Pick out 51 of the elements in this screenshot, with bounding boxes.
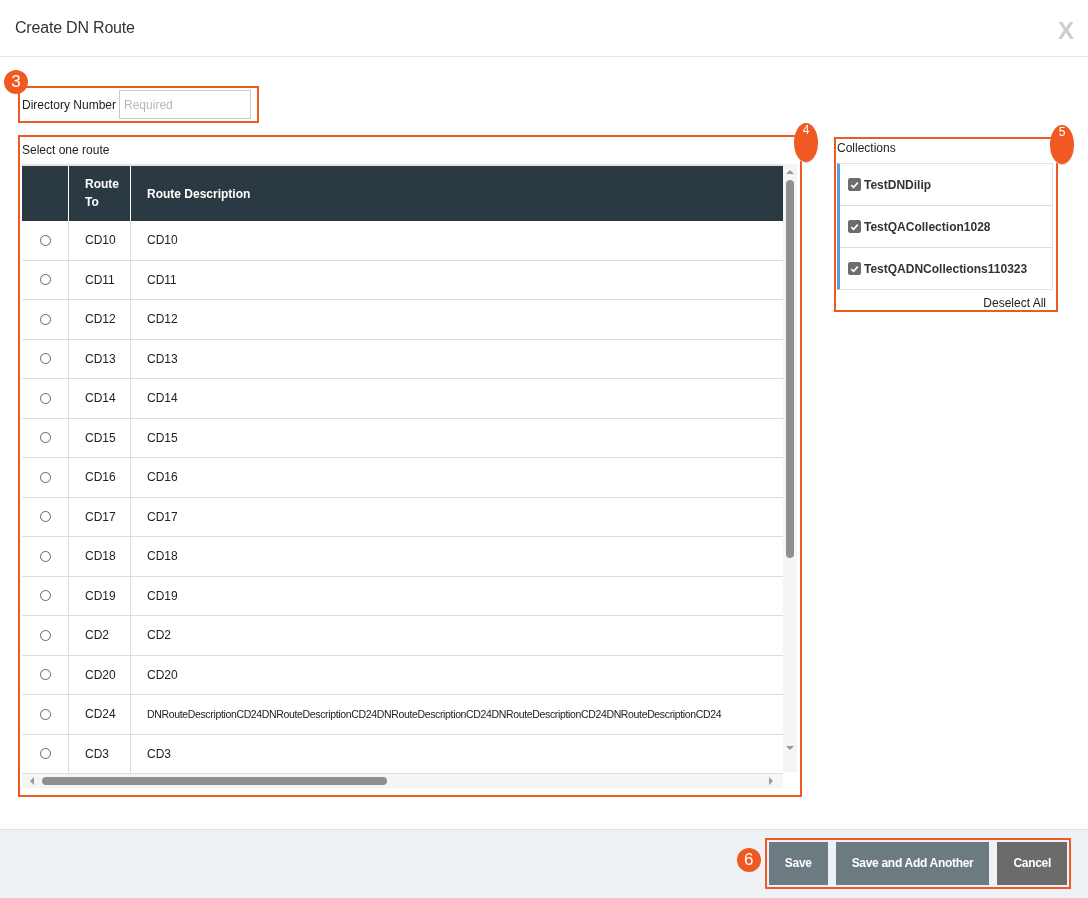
section-caption: Select one route bbox=[22, 142, 111, 159]
directory-number-field[interactable]: Required bbox=[119, 90, 252, 119]
footer-button[interactable]: Save and Add Another bbox=[835, 841, 990, 885]
column-header: Route To bbox=[69, 166, 131, 221]
table-cell-text: CD17 bbox=[146, 508, 179, 526]
callout-badge: 5 bbox=[1050, 125, 1074, 165]
callout-badge: 4 bbox=[794, 123, 818, 163]
table-cell-text: CD3 bbox=[146, 745, 172, 763]
table-cell: CD12 bbox=[69, 300, 131, 339]
vertical-scrollbar[interactable] bbox=[783, 164, 797, 772]
collection-name: TestQACollection1028 bbox=[864, 219, 991, 234]
table-cell-text: CD18 bbox=[146, 548, 179, 566]
table-cell-text: CD13 bbox=[146, 350, 179, 368]
table-cell: CD2 bbox=[69, 616, 131, 655]
deselect-all-link[interactable]: Deselect All bbox=[983, 296, 1046, 310]
callout-badge: 3 bbox=[4, 70, 28, 94]
collection-name: TestQADNCollections110323 bbox=[864, 261, 1028, 276]
table-cell-text: CD20 bbox=[146, 666, 179, 684]
table-cell: CD20 bbox=[69, 655, 131, 694]
table-cell-text: CD12 bbox=[146, 311, 179, 329]
table-cell-text: DNRouteDescriptionCD24DNRouteDescriptionCD24DNRouteDescriptionCD24DNRouteDescriptionCD24DNRouteDescriptionCD24 bbox=[146, 707, 723, 723]
table-cell: CD15 bbox=[69, 418, 131, 457]
table-cell: CD14 bbox=[69, 379, 131, 418]
section-caption: Collections bbox=[837, 140, 897, 157]
table-cell: CD16 bbox=[69, 458, 131, 497]
table-cell: CD3 bbox=[69, 734, 131, 773]
table-cell-text: CD14 bbox=[146, 390, 179, 408]
table-cell-text: CD16 bbox=[146, 469, 179, 487]
horizontal-scrollbar[interactable] bbox=[22, 774, 783, 788]
callout-badge: 6 bbox=[736, 847, 761, 872]
table-cell: CD13 bbox=[69, 339, 131, 378]
dialog-title: Create DN Route bbox=[15, 19, 135, 37]
table-cell-text: CD11 bbox=[146, 271, 178, 289]
checkbox[interactable] bbox=[848, 178, 861, 191]
table-cell-text: CD10 bbox=[146, 232, 179, 250]
table-cell: CD17 bbox=[69, 497, 131, 536]
field-label: Directory Number bbox=[22, 97, 117, 112]
column-header: Route Description bbox=[146, 185, 252, 203]
table-cell: CD19 bbox=[69, 576, 131, 615]
footer-button[interactable]: Cancel bbox=[997, 841, 1067, 885]
table-cell: CD24 bbox=[69, 695, 131, 734]
table-cell-text: CD15 bbox=[146, 429, 179, 447]
checkbox[interactable] bbox=[848, 220, 861, 233]
table-cell: CD11 bbox=[69, 260, 131, 299]
table-cell: CD18 bbox=[69, 537, 131, 576]
table-cell-text: CD2 bbox=[146, 627, 172, 645]
table-cell: CD10 bbox=[69, 221, 131, 260]
footer-button[interactable]: Save bbox=[768, 841, 828, 885]
checkbox[interactable] bbox=[848, 262, 861, 275]
collection-name: TestDNDilip bbox=[864, 177, 932, 192]
table-cell-text: CD19 bbox=[146, 587, 179, 605]
